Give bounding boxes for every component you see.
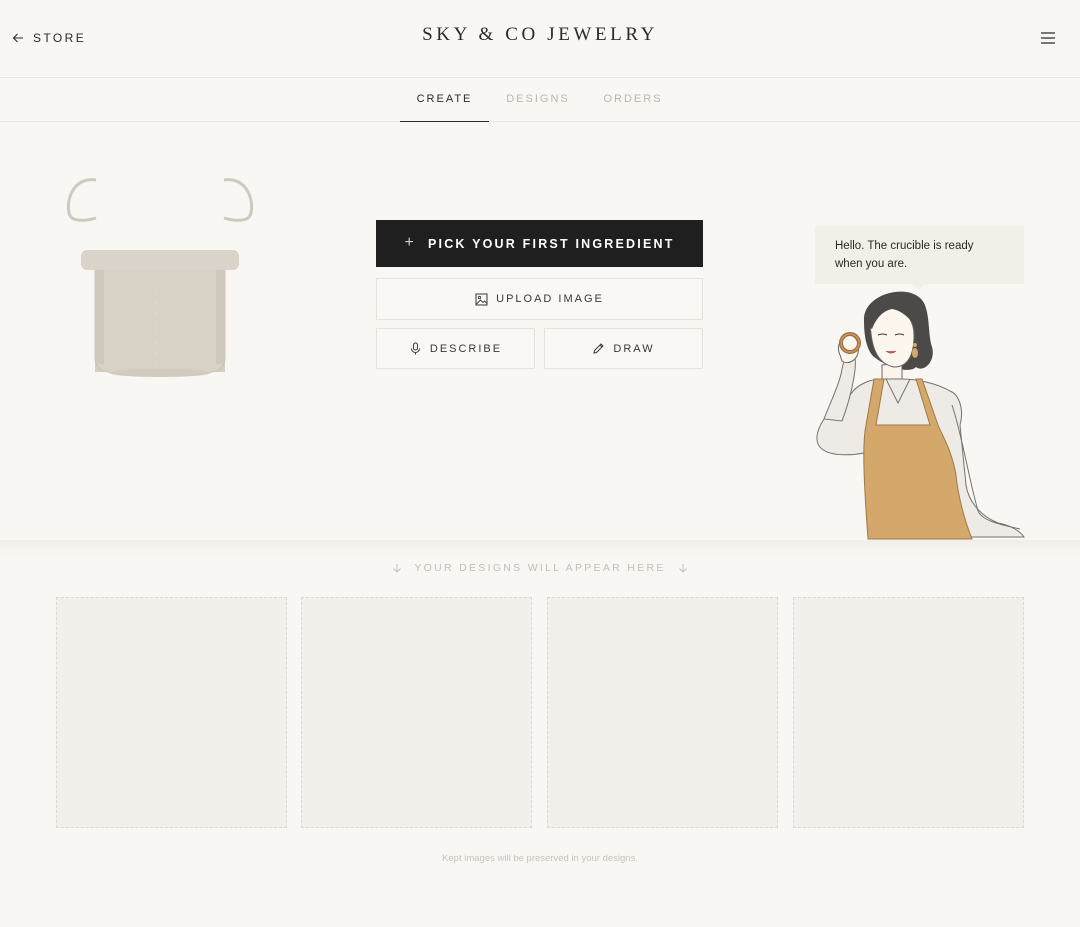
assistant-speech-bubble: Hello. The crucible is ready when you ar… <box>815 226 1024 284</box>
upload-image-label: UPLOAD IMAGE <box>496 293 604 305</box>
section-divider <box>0 540 1080 556</box>
designs-footnote: Kept images will be preserved in your de… <box>442 853 638 864</box>
tab-create[interactable]: CREATE <box>400 78 489 122</box>
design-slot <box>547 597 778 828</box>
upload-image-button[interactable]: UPLOAD IMAGE <box>376 278 703 320</box>
hamburger-menu-icon[interactable] <box>1039 29 1057 47</box>
design-slot <box>56 597 287 828</box>
describe-label: DESCRIBE <box>429 342 503 355</box>
crucible-illustration <box>66 178 254 377</box>
pick-first-ingredient-label: PICK YOUR FIRST INGREDIENT <box>427 236 675 251</box>
brand-title: SKY & CO JEWELRY <box>422 24 658 45</box>
tab-designs[interactable]: DESIGNS <box>499 78 577 122</box>
microphone-icon <box>410 342 420 355</box>
jeweler-character-illustration <box>816 291 1025 540</box>
arrow-down-icon <box>393 564 402 573</box>
draw-button[interactable]: DRAW <box>544 328 703 369</box>
plus-icon: + <box>404 234 416 251</box>
describe-button[interactable]: DESCRIBE <box>376 328 535 369</box>
draw-label: DRAW <box>613 342 655 355</box>
design-slot <box>301 597 532 828</box>
tab-bar: CREATE DESIGNS ORDERS <box>0 78 1080 122</box>
designs-caption-text: YOUR DESIGNS WILL APPEAR HERE <box>414 562 666 574</box>
header: STORE SKY & CO JEWELRY <box>0 0 1080 78</box>
designs-caption: YOUR DESIGNS WILL APPEAR HERE <box>0 561 1080 575</box>
tab-orders[interactable]: ORDERS <box>593 78 673 122</box>
pencil-icon <box>593 343 605 354</box>
pick-first-ingredient-button[interactable]: + PICK YOUR FIRST INGREDIENT <box>376 220 703 267</box>
image-icon <box>475 293 488 305</box>
design-slot <box>793 597 1024 828</box>
arrow-down-icon <box>678 564 687 573</box>
